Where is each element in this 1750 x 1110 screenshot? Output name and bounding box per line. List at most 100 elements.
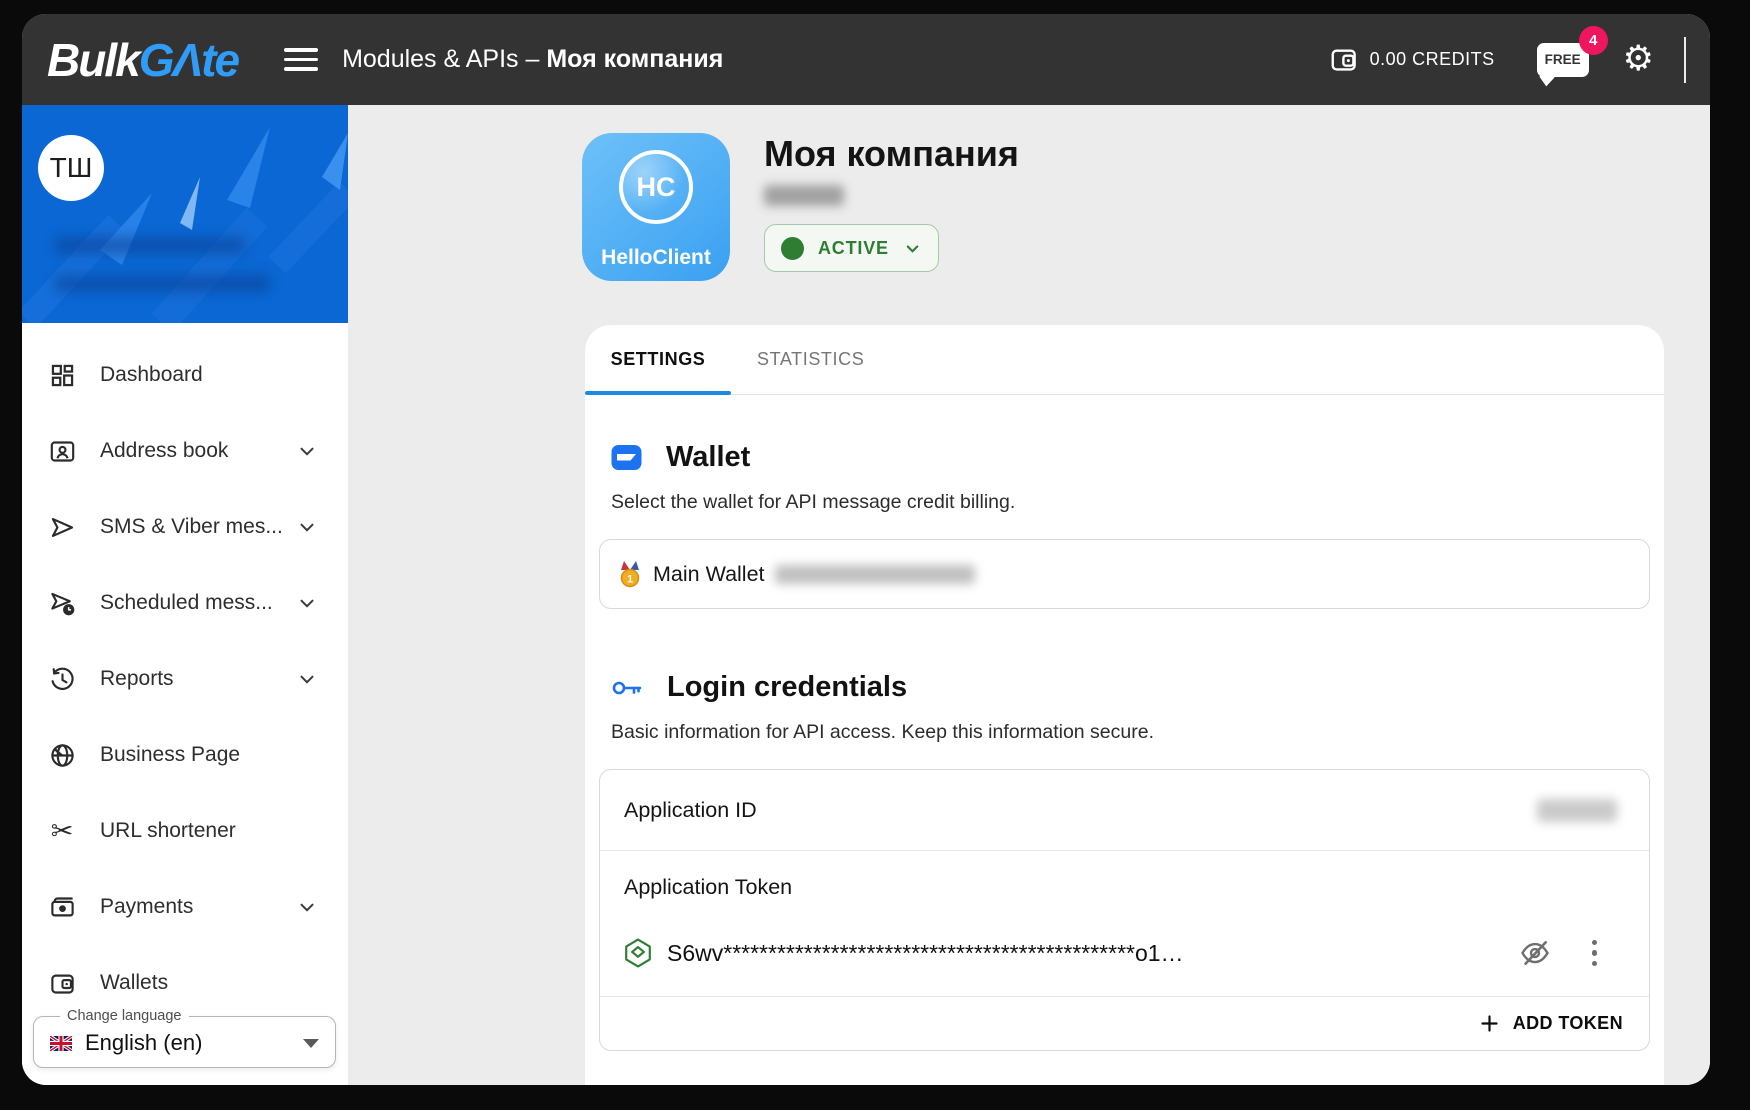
top-header: BulkGΛte Modules & APIs – Моя компания 0… bbox=[22, 14, 1710, 105]
history-icon bbox=[48, 665, 76, 693]
redacted-wallet-id bbox=[775, 565, 975, 584]
app-badge-initials: HC bbox=[619, 150, 693, 224]
sidebar: ТШ Dashboard bbox=[22, 105, 348, 1085]
page-title-company: Моя компания bbox=[546, 45, 723, 73]
logo-part-1: Bulk bbox=[47, 34, 139, 86]
masked-token-value: S6wv************************************… bbox=[667, 940, 1520, 967]
wallet-icon bbox=[48, 969, 76, 997]
credit-wallet-icon bbox=[1329, 45, 1359, 75]
sidebar-item-business-page[interactable]: Business Page bbox=[22, 717, 348, 793]
notification-count-badge: 4 bbox=[1579, 26, 1608, 55]
eye-off-icon bbox=[1520, 938, 1550, 968]
key-icon bbox=[611, 674, 643, 702]
sidebar-item-label: SMS & Viber mes... bbox=[100, 515, 283, 539]
wallet-section-icon bbox=[611, 444, 642, 471]
sidebar-item-address-book[interactable]: Address book bbox=[22, 413, 348, 489]
sidebar-menu: Dashboard Address book bbox=[22, 323, 348, 1021]
sidebar-item-payments[interactable]: Payments bbox=[22, 869, 348, 945]
avatar-initials: ТШ bbox=[50, 152, 93, 184]
chevron-down-icon bbox=[903, 239, 922, 258]
status-label: ACTIVE bbox=[818, 238, 889, 259]
dropdown-caret-icon bbox=[303, 1039, 319, 1048]
application-id-row: Application ID bbox=[600, 770, 1649, 850]
sidebar-item-label: Address book bbox=[100, 439, 228, 463]
status-dot bbox=[781, 237, 804, 260]
main-content: HC HelloClient Моя компания ACTIVE SETTI… bbox=[348, 105, 1710, 1085]
gear-icon[interactable]: ⚙ bbox=[1623, 42, 1654, 77]
redacted-company-id bbox=[764, 185, 844, 206]
company-name-title: Моя компания bbox=[764, 133, 1019, 175]
add-token-label: ADD TOKEN bbox=[1513, 1013, 1623, 1034]
sidebar-item-label: Dashboard bbox=[100, 363, 203, 387]
selected-wallet-name: Main Wallet bbox=[653, 562, 765, 587]
redacted-user-email bbox=[55, 275, 270, 292]
token-row: S6wv************************************… bbox=[624, 938, 1625, 996]
wallet-select[interactable]: 1 Main Wallet bbox=[599, 539, 1650, 609]
medal-icon: 1 bbox=[620, 561, 640, 588]
bulkgate-logo[interactable]: BulkGΛte bbox=[47, 33, 238, 87]
plus-icon bbox=[1479, 1013, 1500, 1034]
token-shield-icon bbox=[624, 938, 652, 968]
app-window: BulkGΛte Modules & APIs – Моя компания 0… bbox=[22, 14, 1710, 1085]
scissors-icon: ✂ bbox=[48, 817, 76, 845]
address-book-icon bbox=[48, 437, 76, 465]
sidebar-item-reports[interactable]: Reports bbox=[22, 641, 348, 717]
chevron-down-icon bbox=[296, 440, 318, 462]
tab-statistics[interactable]: STATISTICS bbox=[731, 325, 890, 394]
chevron-down-icon bbox=[296, 668, 318, 690]
header-divider bbox=[1684, 37, 1686, 83]
credits-amount: 0.00 CREDITS bbox=[1370, 49, 1495, 70]
sidebar-item-label: Payments bbox=[100, 895, 193, 919]
token-options-kebab-menu[interactable] bbox=[1592, 940, 1598, 967]
sidebar-item-label: Scheduled mess... bbox=[100, 591, 273, 615]
send-icon bbox=[48, 513, 76, 541]
avatar[interactable]: ТШ bbox=[38, 135, 104, 201]
credentials-card: Application ID Application Token bbox=[599, 769, 1650, 1051]
tab-bar: SETTINGS STATISTICS bbox=[585, 325, 1664, 395]
dashboard-icon bbox=[48, 361, 76, 389]
application-token-label: Application Token bbox=[624, 875, 792, 899]
globe-icon bbox=[48, 741, 76, 769]
language-selector[interactable]: Change language English (en) bbox=[33, 1008, 336, 1068]
sidebar-item-label: Business Page bbox=[100, 743, 240, 767]
svg-text:1: 1 bbox=[627, 573, 633, 585]
chevron-down-icon bbox=[296, 592, 318, 614]
application-token-block: Application Token S6wv******************… bbox=[600, 851, 1649, 996]
page-title-prefix: Modules & APIs – bbox=[342, 45, 546, 73]
sidebar-profile-panel: ТШ bbox=[22, 105, 348, 323]
helloclient-app-badge[interactable]: HC HelloClient bbox=[582, 133, 730, 281]
application-header: HC HelloClient Моя компания ACTIVE bbox=[582, 133, 1019, 281]
settings-card: SETTINGS STATISTICS Wallet Select the wa… bbox=[585, 325, 1664, 1085]
chevron-down-icon bbox=[296, 896, 318, 918]
sidebar-item-url-shortener[interactable]: ✂ URL shortener bbox=[22, 793, 348, 869]
free-notifications-button[interactable]: FREE 4 bbox=[1537, 43, 1589, 77]
status-dropdown[interactable]: ACTIVE bbox=[764, 224, 939, 272]
send-clock-icon bbox=[48, 589, 76, 617]
wallet-section-title: Wallet bbox=[666, 441, 750, 474]
chevron-down-icon bbox=[296, 516, 318, 538]
wallet-section-description: Select the wallet for API message credit… bbox=[611, 491, 1650, 514]
app-badge-name: HelloClient bbox=[601, 246, 711, 270]
application-id-label: Application ID bbox=[624, 798, 757, 823]
sidebar-item-label: Reports bbox=[100, 667, 174, 691]
logo-part-2: GΛte bbox=[139, 34, 238, 86]
credentials-section-title: Login credentials bbox=[667, 671, 907, 704]
page-title: Modules & APIs – Моя компания bbox=[342, 45, 723, 74]
sidebar-item-dashboard[interactable]: Dashboard bbox=[22, 337, 348, 413]
sidebar-item-sms-viber[interactable]: SMS & Viber mes... bbox=[22, 489, 348, 565]
hamburger-menu-icon[interactable] bbox=[284, 48, 318, 71]
sidebar-item-label: Wallets bbox=[100, 971, 168, 995]
credits-balance[interactable]: 0.00 CREDITS bbox=[1329, 45, 1495, 75]
redacted-user-name bbox=[55, 237, 245, 254]
uk-flag-icon bbox=[50, 1036, 72, 1051]
tab-settings[interactable]: SETTINGS bbox=[585, 325, 731, 394]
toggle-token-visibility-button[interactable] bbox=[1520, 938, 1550, 968]
add-token-button[interactable]: ADD TOKEN bbox=[600, 996, 1649, 1050]
redacted-application-id bbox=[1537, 799, 1617, 822]
sidebar-item-label: URL shortener bbox=[100, 819, 236, 843]
language-selected-value: English (en) bbox=[85, 1030, 202, 1056]
banknote-icon bbox=[48, 893, 76, 921]
language-selector-label: Change language bbox=[60, 1008, 189, 1024]
credentials-section-description: Basic information for API access. Keep t… bbox=[611, 721, 1650, 744]
sidebar-item-scheduled[interactable]: Scheduled mess... bbox=[22, 565, 348, 641]
